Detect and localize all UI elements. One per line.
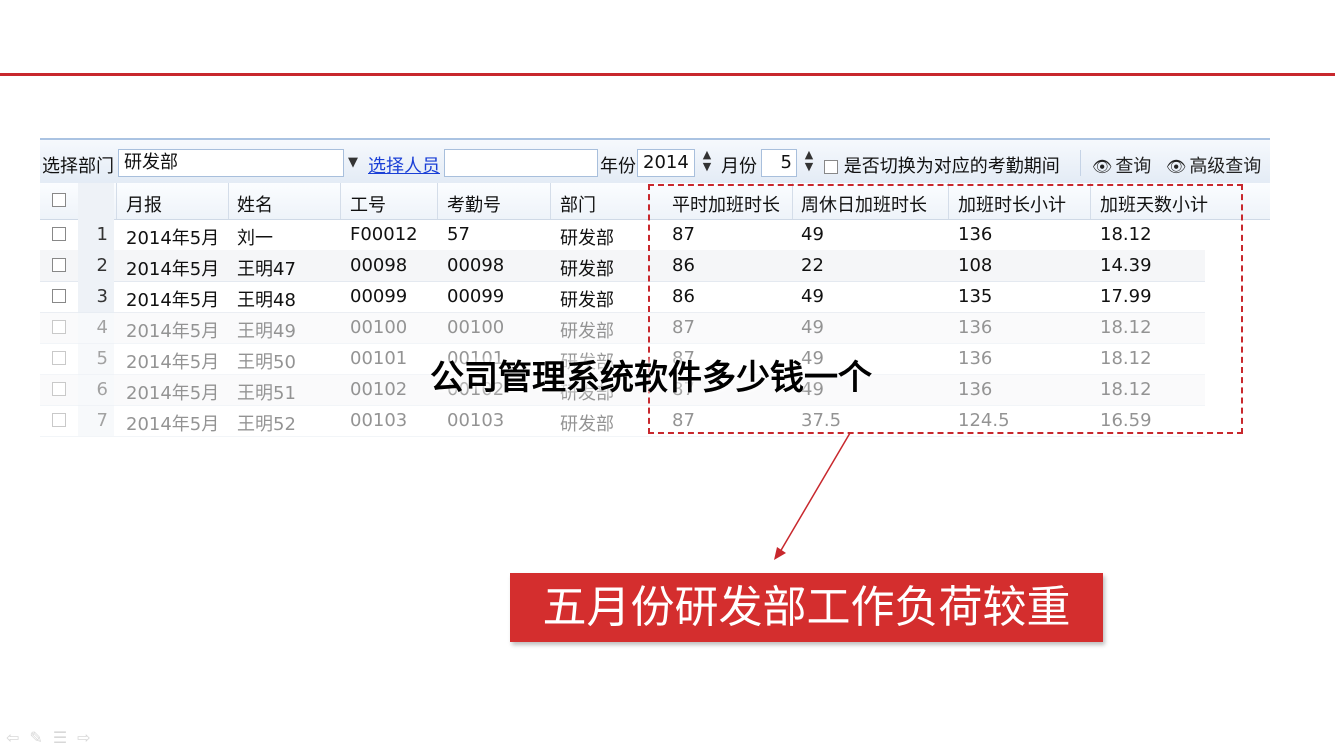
menu-icon[interactable]: ☰: [53, 728, 77, 747]
binoculars-icon: 👁: [1166, 157, 1187, 176]
cell-emp-id: 00102: [350, 379, 408, 400]
query-toolbar: 选择部门 研发部 ▼ 选择人员 年份 2014 ▲ ▼ 月份 5 ▲ ▼ 是否切…: [40, 138, 1270, 184]
col-emp-id[interactable]: 工号: [350, 191, 386, 217]
cell-dept: 研发部: [560, 228, 614, 249]
cell-name: 王明50: [237, 352, 296, 373]
col-dept[interactable]: 部门: [560, 191, 596, 217]
col-divider: [437, 183, 438, 219]
row-checkbox[interactable]: [52, 320, 66, 334]
row-number: 2: [78, 250, 114, 281]
cell-name: 王明49: [237, 321, 296, 342]
year-input[interactable]: 2014: [637, 149, 695, 177]
row-number: 3: [78, 281, 114, 312]
slide-top-rule: [0, 73, 1335, 76]
cell-dept: 研发部: [560, 414, 614, 435]
query-button[interactable]: 👁 查询: [1092, 152, 1151, 178]
cell-month: 2014年5月: [126, 321, 220, 342]
month-spinner[interactable]: ▲ ▼: [799, 149, 819, 177]
col-name[interactable]: 姓名: [237, 191, 273, 217]
cell-attendance-no: 00098: [447, 255, 505, 276]
col-divider: [550, 183, 551, 219]
cell-name: 王明52: [237, 414, 296, 435]
year-label: 年份: [600, 156, 636, 177]
row-checkbox[interactable]: [52, 382, 66, 396]
spin-down-icon[interactable]: ▼: [799, 161, 819, 173]
cell-dept: 研发部: [560, 259, 614, 280]
col-attendance-no[interactable]: 考勤号: [447, 191, 501, 217]
row-checkbox[interactable]: [52, 258, 66, 272]
arrow-icon: [774, 432, 851, 560]
advanced-query-button[interactable]: 👁 高级查询: [1166, 152, 1261, 178]
cell-name: 王明48: [237, 290, 296, 311]
switch-period-option[interactable]: 是否切换为对应的考勤期间: [824, 152, 1060, 178]
col-month[interactable]: 月报: [126, 191, 162, 217]
pen-icon[interactable]: ✎: [29, 728, 52, 747]
binoculars-icon: 👁: [1092, 157, 1113, 176]
select-all-checkbox[interactable]: [52, 193, 66, 207]
cell-month: 2014年5月: [126, 352, 220, 373]
cell-month: 2014年5月: [126, 414, 220, 435]
cell-name: 刘一: [237, 228, 273, 249]
row-checkbox[interactable]: [52, 413, 66, 427]
col-divider: [340, 183, 341, 219]
query-button-label: 查询: [1115, 156, 1152, 177]
select-person-link[interactable]: 选择人员: [368, 152, 440, 178]
cell-attendance-no: 57: [447, 224, 470, 245]
callout-banner: 五月份研发部工作负荷较重: [510, 573, 1103, 642]
col-divider: [116, 183, 117, 219]
toolbar-divider: [1080, 150, 1081, 176]
advanced-query-label: 高级查询: [1189, 156, 1262, 177]
cell-dept: 研发部: [560, 290, 614, 311]
cell-emp-id: 00100: [350, 317, 408, 338]
cell-month: 2014年5月: [126, 228, 220, 249]
forward-arrow-icon[interactable]: ⇨: [77, 728, 100, 747]
person-input[interactable]: [444, 149, 598, 177]
cell-month: 2014年5月: [126, 259, 220, 280]
row-checkbox[interactable]: [52, 351, 66, 365]
row-checkbox[interactable]: [52, 289, 66, 303]
cell-attendance-no: 00103: [447, 410, 505, 431]
spin-down-icon[interactable]: ▼: [697, 161, 717, 173]
cell-attendance-no: 00100: [447, 317, 505, 338]
cell-attendance-no: 00099: [447, 286, 505, 307]
row-number: 4: [78, 312, 114, 343]
dept-select[interactable]: 研发部: [118, 149, 344, 177]
row-number-header: [78, 183, 114, 219]
month-label: 月份: [721, 156, 757, 177]
slide-nav-controls[interactable]: ⇦✎☰⇨: [6, 728, 101, 747]
cell-emp-id: 00098: [350, 255, 408, 276]
cell-month: 2014年5月: [126, 383, 220, 404]
switch-period-label: 是否切换为对应的考勤期间: [843, 156, 1060, 177]
cell-emp-id: 00103: [350, 410, 408, 431]
dept-label: 选择部门: [42, 156, 114, 177]
cell-month: 2014年5月: [126, 290, 220, 311]
row-checkbox[interactable]: [52, 227, 66, 241]
cell-emp-id: 00101: [350, 348, 408, 369]
cell-emp-id: F00012: [350, 224, 418, 245]
back-arrow-icon[interactable]: ⇦: [6, 728, 29, 747]
row-number: 1: [78, 219, 114, 250]
col-divider: [228, 183, 229, 219]
overlay-title: 公司管理系统软件多少钱一个: [430, 358, 872, 398]
row-number: 6: [78, 374, 114, 405]
chevron-down-icon[interactable]: ▼: [342, 149, 364, 177]
cell-emp-id: 00099: [350, 286, 408, 307]
row-number: 7: [78, 405, 114, 436]
month-input[interactable]: 5: [761, 149, 797, 177]
year-spinner[interactable]: ▲ ▼: [697, 149, 717, 177]
row-number: 5: [78, 343, 114, 374]
cell-dept: 研发部: [560, 321, 614, 342]
switch-period-checkbox[interactable]: [824, 160, 838, 174]
cell-name: 王明51: [237, 383, 296, 404]
cell-name: 王明47: [237, 259, 296, 280]
